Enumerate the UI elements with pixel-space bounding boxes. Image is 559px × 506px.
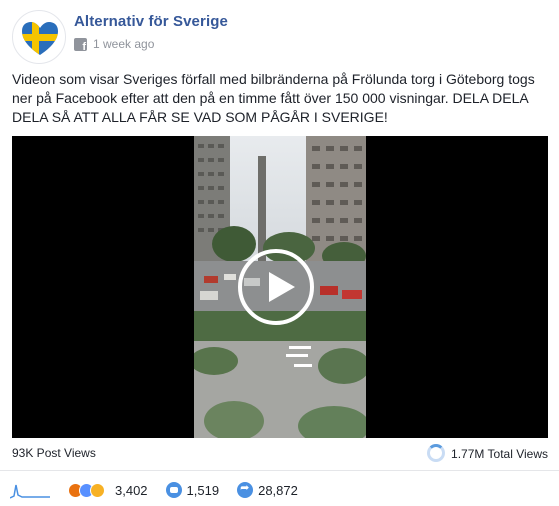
- post-timestamp[interactable]: 1 week ago: [93, 37, 154, 51]
- reactions-count: 3,402: [115, 482, 148, 498]
- total-views-count: 1.77M Total Views: [451, 447, 548, 461]
- page-avatar[interactable]: [12, 10, 66, 64]
- reactions-icons[interactable]: [68, 482, 105, 498]
- share-icon: [237, 481, 254, 498]
- reactions-stat[interactable]: 3,402: [107, 483, 148, 498]
- comments-stat[interactable]: 1,519: [165, 482, 220, 498]
- comment-icon: [165, 482, 182, 498]
- page-name-link[interactable]: Alternativ för Sverige: [74, 13, 228, 30]
- shares-stat[interactable]: 28,872: [237, 481, 298, 498]
- engagement-bar: 3,402 1,519 28,872: [10, 478, 550, 502]
- shares-count: 28,872: [258, 482, 298, 498]
- video-player[interactable]: [12, 136, 548, 438]
- total-views: 1.77M Total Views: [427, 444, 548, 462]
- video-stats: 93K Post Views 1.77M Total Views: [12, 444, 548, 462]
- sparkline-icon: [10, 484, 50, 499]
- sad-reaction-icon: [90, 482, 105, 498]
- post-text: Videon som visar Sveriges förfall med bi…: [12, 71, 535, 125]
- post-meta: 1 week ago: [74, 37, 154, 53]
- comments-count: 1,519: [186, 482, 220, 498]
- play-icon[interactable]: [238, 249, 314, 325]
- views-ring-icon: [427, 444, 446, 462]
- facebook-icon: [74, 37, 87, 53]
- post-views-count: 93K Post Views: [12, 446, 96, 460]
- post-header: Alternativ för Sverige 1 week ago: [12, 10, 552, 66]
- swedish-flag-heart-icon: [22, 22, 58, 55]
- divider: [0, 470, 559, 471]
